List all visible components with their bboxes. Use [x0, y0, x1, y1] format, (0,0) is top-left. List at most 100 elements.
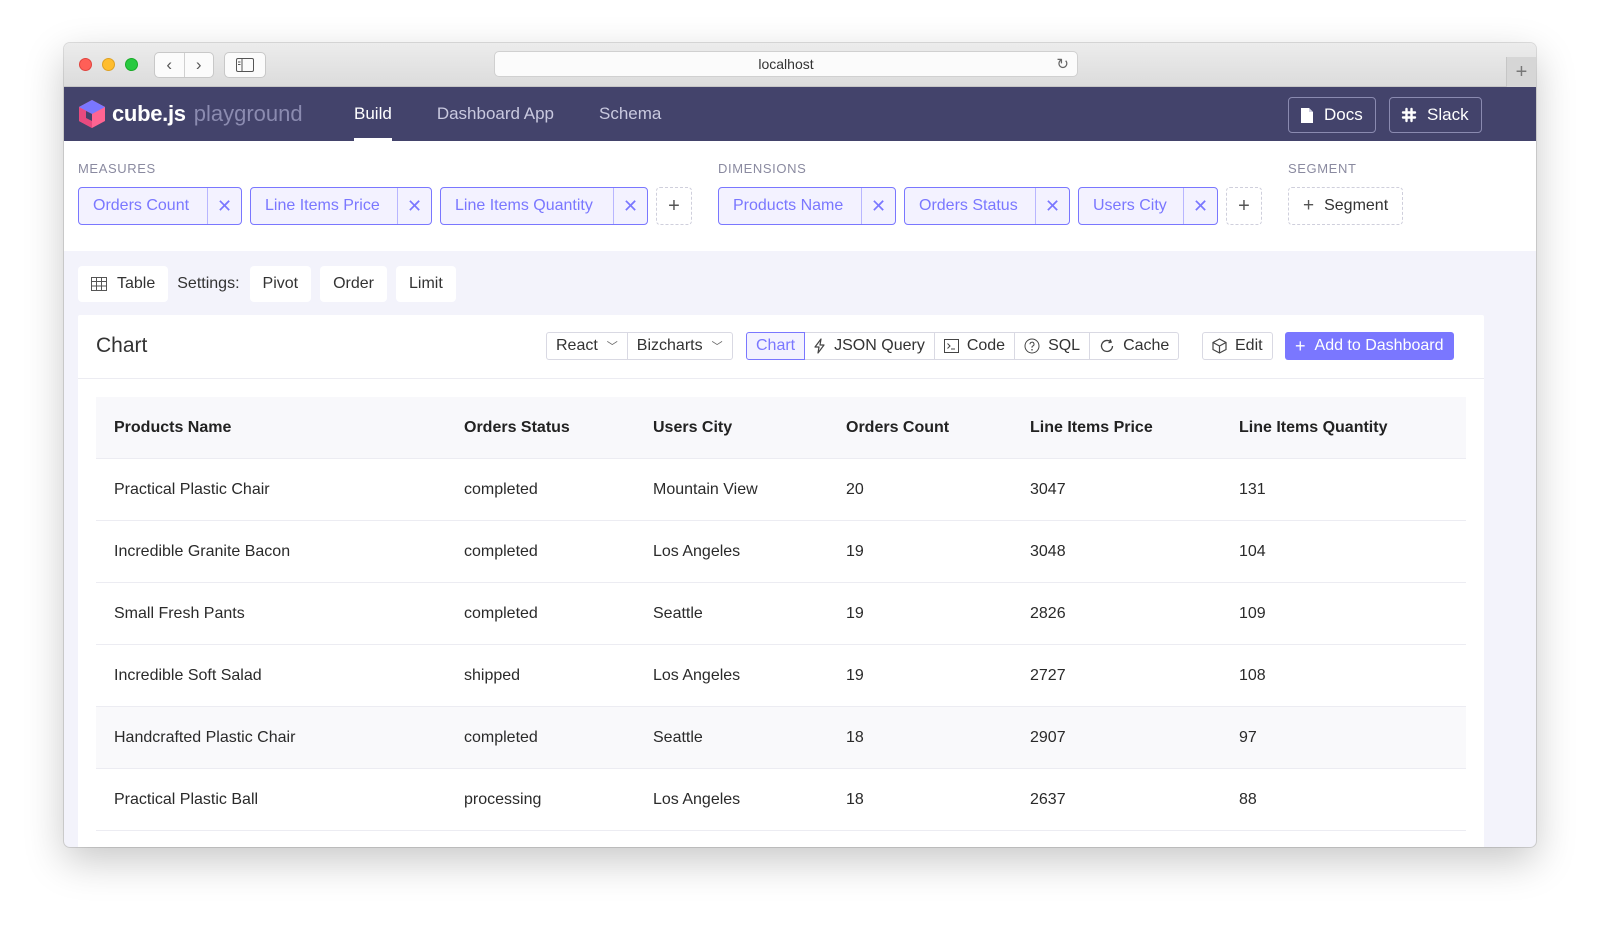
- tab-sql-label: SQL: [1048, 337, 1081, 354]
- framework-select[interactable]: React ﹀: [546, 332, 628, 360]
- address-bar[interactable]: localhost ↻: [494, 51, 1078, 77]
- column-header[interactable]: Products Name: [96, 419, 446, 437]
- table-cell: 104: [1239, 542, 1266, 560]
- table-cell: 108: [1239, 666, 1266, 684]
- table-cell: Los Angeles: [653, 666, 741, 684]
- nav-schema[interactable]: Schema: [599, 87, 661, 141]
- table-cell: completed: [464, 542, 538, 560]
- plus-icon: +: [1295, 335, 1306, 356]
- tab-sql[interactable]: SQL: [1014, 332, 1091, 360]
- table-row: Incredible Granite Bacon completed Los A…: [96, 521, 1466, 583]
- dimension-tag[interactable]: Users City ✕: [1078, 187, 1218, 225]
- table-cell: Incredible Granite Bacon: [114, 542, 291, 560]
- settings-row: Table Settings: Pivot Order Limit: [78, 266, 465, 302]
- question-circle-icon: [1024, 338, 1040, 354]
- minimize-window-button[interactable]: [102, 58, 115, 71]
- close-window-button[interactable]: [79, 58, 92, 71]
- column-header[interactable]: Orders Count: [828, 419, 1012, 437]
- slack-label: Slack: [1427, 105, 1469, 124]
- add-dimension-button[interactable]: +: [1226, 187, 1262, 225]
- slack-button[interactable]: Slack: [1389, 97, 1482, 133]
- column-header[interactable]: Orders Status: [446, 419, 635, 437]
- table-cell: 20: [846, 480, 864, 498]
- close-icon[interactable]: ✕: [1183, 188, 1217, 224]
- table-cell: Mountain View: [653, 480, 758, 498]
- zoom-window-button[interactable]: [125, 58, 138, 71]
- settings-label: Settings:: [177, 275, 240, 292]
- close-icon[interactable]: ✕: [207, 188, 241, 224]
- sidebar-toggle-icon[interactable]: [224, 52, 266, 78]
- brand-subtitle: playground: [193, 101, 303, 126]
- codesandbox-icon: [1212, 338, 1227, 354]
- pivot-button[interactable]: Pivot: [249, 266, 312, 302]
- chevron-down-icon: ﹀: [606, 341, 618, 353]
- table-cell: Seattle: [653, 604, 703, 622]
- dimension-tag[interactable]: Products Name ✕: [718, 187, 896, 225]
- edit-button[interactable]: Edit: [1202, 332, 1273, 360]
- column-header[interactable]: Line Items Price: [1012, 419, 1221, 437]
- table-cell: 19: [846, 666, 864, 684]
- reload-icon[interactable]: ↻: [1056, 55, 1069, 73]
- chart-type-label: Table: [117, 275, 156, 292]
- table-cell: Seattle: [653, 728, 703, 746]
- measure-tag[interactable]: Line Items Quantity ✕: [440, 187, 648, 225]
- table-cell: Practical Plastic Chair: [114, 480, 270, 498]
- table-cell: 18: [846, 728, 864, 746]
- table-cell: 19: [846, 542, 864, 560]
- add-to-dashboard-label: Add to Dashboard: [1314, 337, 1444, 354]
- add-to-dashboard-button[interactable]: + Add to Dashboard: [1285, 332, 1454, 360]
- close-icon[interactable]: ✕: [1035, 188, 1069, 224]
- cube-logo-icon: [79, 100, 105, 128]
- lightning-icon: [814, 338, 825, 354]
- dimension-tag[interactable]: Orders Status ✕: [904, 187, 1070, 225]
- url-text: localhost: [758, 56, 814, 72]
- add-measure-button[interactable]: +: [656, 187, 692, 225]
- limit-button[interactable]: Limit: [396, 266, 456, 302]
- order-button[interactable]: Order: [320, 266, 387, 302]
- code-icon: [943, 339, 959, 353]
- chart-card: Chart React ﹀ Bizcharts ﹀ Chart JSON Que…: [78, 315, 1484, 847]
- tab-code[interactable]: Code: [933, 332, 1016, 360]
- table-cell: 109: [1239, 604, 1266, 622]
- close-icon[interactable]: ✕: [861, 188, 895, 224]
- tab-json-query-label: JSON Query: [834, 337, 925, 354]
- back-icon[interactable]: ‹: [155, 53, 185, 77]
- table-cell: Practical Plastic Ball: [114, 790, 259, 808]
- table-cell: Los Angeles: [653, 790, 741, 808]
- chart-type-button[interactable]: Table: [78, 266, 169, 302]
- table-cell: 2826: [1030, 604, 1066, 622]
- dimensions-label: DIMENSIONS: [718, 161, 807, 176]
- column-header[interactable]: Users City: [635, 419, 828, 437]
- table-cell: 97: [1239, 728, 1257, 746]
- tab-code-label: Code: [966, 337, 1006, 354]
- table-cell: Small Fresh Pants: [114, 604, 245, 622]
- dimension-tag-label: Orders Status: [919, 197, 1018, 214]
- nav-dashboard-app[interactable]: Dashboard App: [437, 87, 554, 141]
- tab-chart-label: Chart: [756, 337, 796, 354]
- tab-json-query[interactable]: JSON Query: [804, 332, 935, 360]
- tab-chart[interactable]: Chart: [746, 332, 806, 360]
- slack-icon: [1401, 107, 1417, 123]
- add-segment-button[interactable]: + Segment: [1288, 187, 1404, 225]
- new-tab-icon[interactable]: +: [1506, 57, 1536, 87]
- docs-button[interactable]: Docs: [1288, 97, 1376, 133]
- chart-library-select[interactable]: Bizcharts ﹀: [626, 332, 733, 360]
- table-cell: 2727: [1030, 666, 1066, 684]
- docs-label: Docs: [1324, 105, 1363, 124]
- measure-tag[interactable]: Orders Count ✕: [78, 187, 242, 225]
- measure-tag[interactable]: Line Items Price ✕: [250, 187, 432, 225]
- nav-build[interactable]: Build: [354, 87, 392, 141]
- brand-logo[interactable]: cube.js playground: [78, 99, 303, 129]
- table-cell: 19: [846, 604, 864, 622]
- segment-button-label: Segment: [1324, 197, 1389, 214]
- forward-icon[interactable]: ›: [185, 53, 214, 77]
- tab-cache[interactable]: Cache: [1089, 332, 1180, 360]
- column-header[interactable]: Line Items Quantity: [1221, 419, 1466, 437]
- table-header-row: Products Name Orders Status Users City O…: [96, 397, 1466, 459]
- table-cell: completed: [464, 604, 538, 622]
- close-icon[interactable]: ✕: [397, 188, 431, 224]
- table-cell: Incredible Soft Salad: [114, 666, 262, 684]
- results-table: Products Name Orders Status Users City O…: [96, 397, 1466, 831]
- close-icon[interactable]: ✕: [613, 188, 647, 224]
- top-nav: Build Dashboard App Schema: [354, 87, 706, 141]
